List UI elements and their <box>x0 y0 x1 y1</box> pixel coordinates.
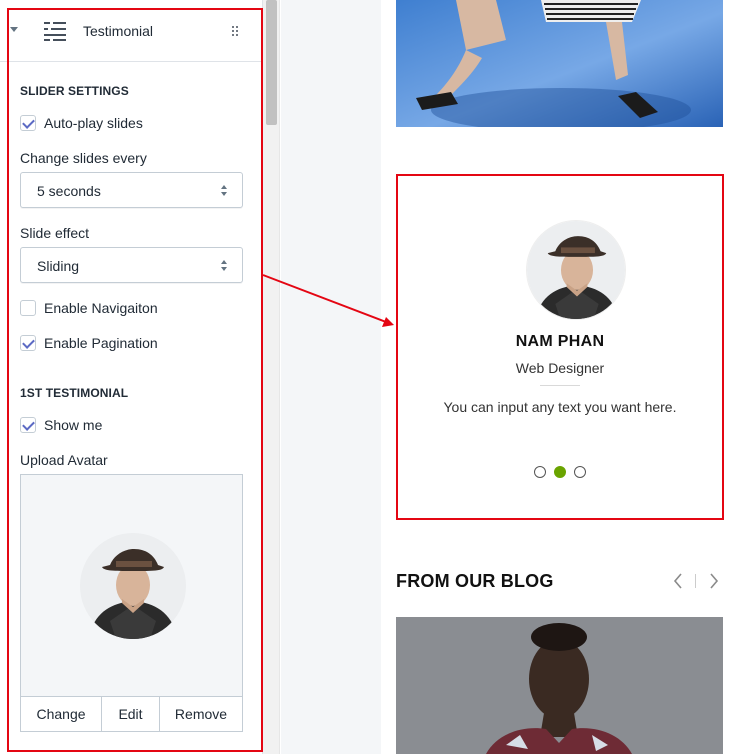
change-every-label: Change slides every <box>20 150 147 166</box>
section-title: Testimonial <box>83 23 154 39</box>
autoplay-row[interactable]: Auto-play slides <box>20 114 143 132</box>
remove-avatar-button[interactable]: Remove <box>160 697 242 731</box>
pagination-checkbox[interactable] <box>20 335 36 351</box>
preview-gutter <box>281 0 381 754</box>
pagination-row[interactable]: Enable Pagination <box>20 334 158 352</box>
panel-scrollbar[interactable] <box>263 0 280 754</box>
avatar-preview-image <box>80 533 186 639</box>
change-every-select[interactable]: 5 seconds <box>20 172 243 208</box>
slider-pagination <box>398 466 722 478</box>
chevron-right-icon[interactable] <box>704 571 724 591</box>
settings-body: SLIDER SETTINGS Auto-play slides Change … <box>0 62 262 754</box>
slide-effect-value: Sliding <box>37 258 80 274</box>
change-avatar-button[interactable]: Change <box>21 697 102 731</box>
settings-panel: Testimonial SLIDER SETTINGS Auto-play sl… <box>0 0 263 754</box>
show-me-row[interactable]: Show me <box>20 416 102 434</box>
blog-heading: FROM OUR BLOG <box>396 571 554 591</box>
autoplay-checkbox[interactable] <box>20 115 36 131</box>
avatar-upload-area[interactable] <box>20 474 243 732</box>
pagination-dot-active[interactable] <box>554 466 566 478</box>
testimonial-divider <box>540 385 580 386</box>
testimonial-role: Web Designer <box>515 360 605 376</box>
section-header[interactable]: Testimonial <box>0 0 262 62</box>
change-every-value: 5 seconds <box>37 183 101 199</box>
show-me-checkbox[interactable] <box>20 417 36 433</box>
scrollbar-thumb[interactable] <box>266 0 277 125</box>
testimonial-avatar <box>526 220 626 320</box>
testimonial-slider: NAM PHAN Web Designer You can input any … <box>398 176 722 518</box>
slide-effect-select[interactable]: Sliding <box>20 247 243 283</box>
upload-avatar-label: Upload Avatar <box>20 452 108 468</box>
testimonial-name: NAM PHAN <box>515 333 605 350</box>
pagination-dot[interactable] <box>534 466 546 478</box>
avatar-actions: Change Edit Remove <box>20 696 243 732</box>
select-arrows-icon <box>221 185 229 197</box>
text-align-icon <box>44 20 66 42</box>
autoplay-label: Auto-play slides <box>44 115 143 131</box>
store-preview: NAM PHAN Web Designer You can input any … <box>381 0 745 754</box>
blog-post-image[interactable] <box>396 617 723 754</box>
testimonial-text: You can input any text you want here. <box>443 399 677 415</box>
hero-image <box>396 0 723 127</box>
collapse-caret-icon[interactable] <box>10 27 18 32</box>
select-arrows-icon <box>221 260 229 272</box>
pagination-label: Enable Pagination <box>44 335 158 351</box>
edit-avatar-button[interactable]: Edit <box>102 697 160 731</box>
navigation-label: Enable Navigaiton <box>44 300 158 316</box>
show-me-label: Show me <box>44 417 103 433</box>
navigation-row[interactable]: Enable Navigaiton <box>20 299 158 317</box>
pagination-dot[interactable] <box>574 466 586 478</box>
slider-settings-heading: SLIDER SETTINGS <box>20 84 129 98</box>
drag-handle-icon[interactable] <box>232 26 240 36</box>
testimonial-1-heading: 1ST TESTIMONIAL <box>20 386 129 400</box>
chevron-left-icon[interactable] <box>668 571 688 591</box>
blog-nav <box>668 571 724 591</box>
slide-effect-label: Slide effect <box>20 225 90 241</box>
navigation-checkbox[interactable] <box>20 300 36 316</box>
nav-separator <box>695 574 696 588</box>
